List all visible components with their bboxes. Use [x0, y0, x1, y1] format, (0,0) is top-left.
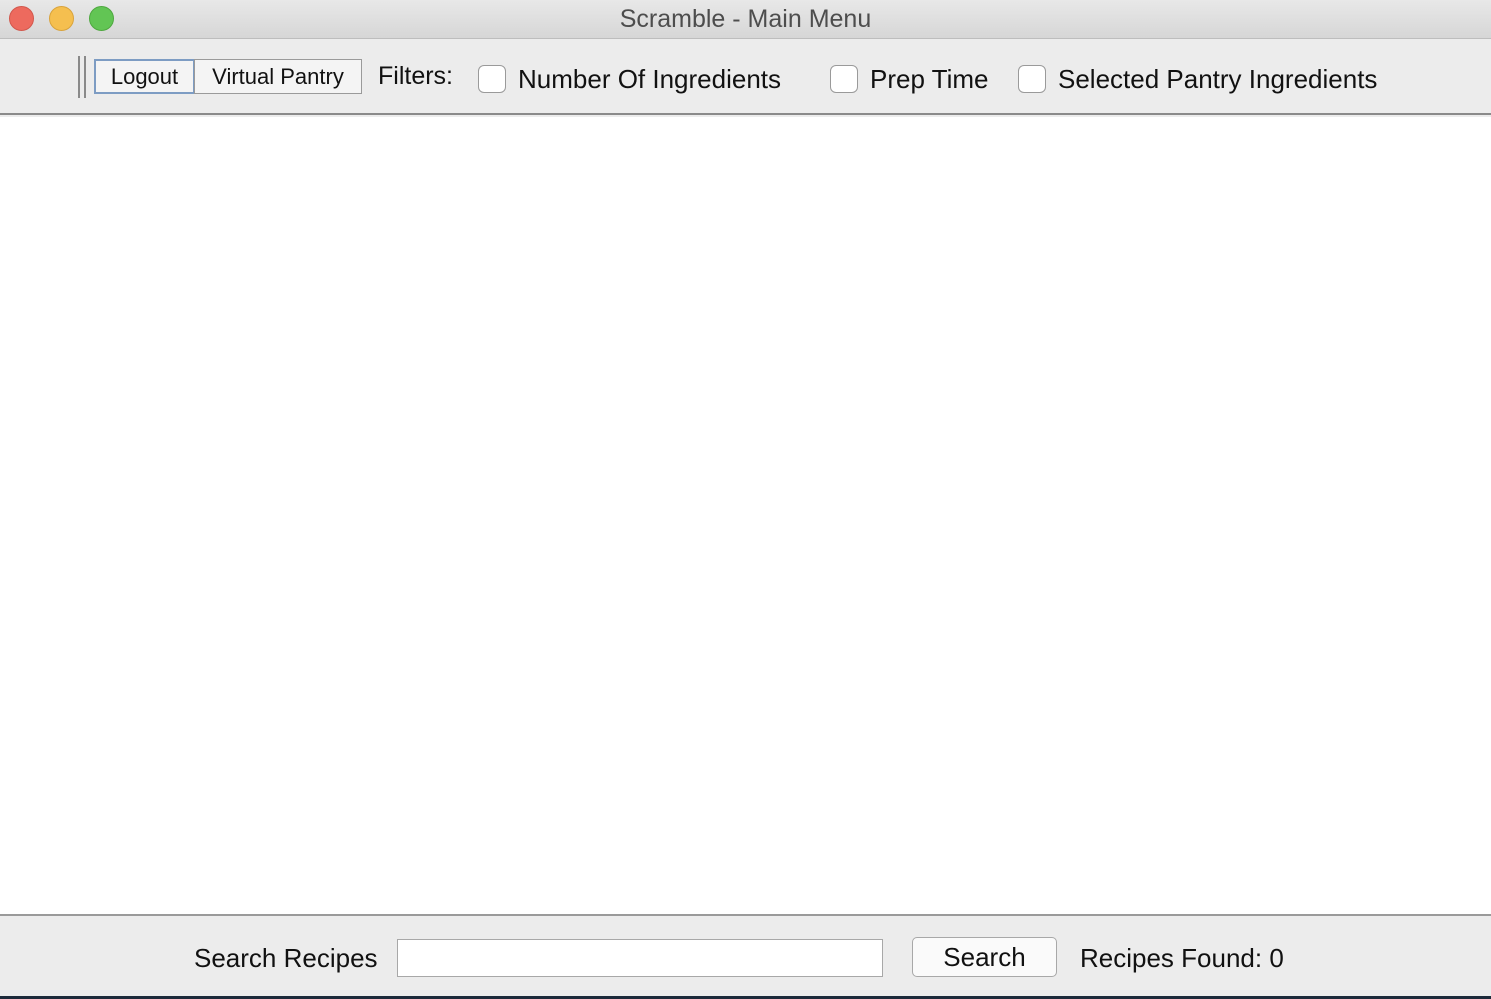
search-bar: Search Recipes Search Recipes Found: 0 [0, 914, 1491, 996]
search-recipes-input[interactable] [397, 939, 883, 977]
toolbar: Logout Virtual Pantry Filters: Number Of… [0, 40, 1491, 115]
number-of-ingredients-checkbox[interactable] [478, 65, 506, 93]
filters-label: Filters: [378, 62, 453, 90]
prep-time-checkbox[interactable] [830, 65, 858, 93]
title-bar[interactable]: Scramble - Main Menu [0, 0, 1491, 39]
virtual-pantry-button[interactable]: Virtual Pantry [194, 59, 362, 94]
prep-time-label[interactable]: Prep Time [870, 62, 989, 96]
number-of-ingredients-label[interactable]: Number Of Ingredients [518, 62, 781, 96]
main-window: Scramble - Main Menu Logout Virtual Pant… [0, 0, 1491, 996]
selected-pantry-ingredients-checkbox[interactable] [1018, 65, 1046, 93]
logout-button[interactable]: Logout [94, 59, 195, 94]
toolbar-grip-handle[interactable] [78, 56, 87, 98]
recipe-results-area [0, 117, 1491, 914]
window-title: Scramble - Main Menu [619, 5, 872, 33]
recipes-found-count: Recipes Found: 0 [1080, 943, 1284, 973]
search-button[interactable]: Search [912, 937, 1057, 977]
selected-pantry-ingredients-label[interactable]: Selected Pantry Ingredients [1058, 62, 1377, 96]
search-recipes-label: Search Recipes [194, 943, 378, 973]
